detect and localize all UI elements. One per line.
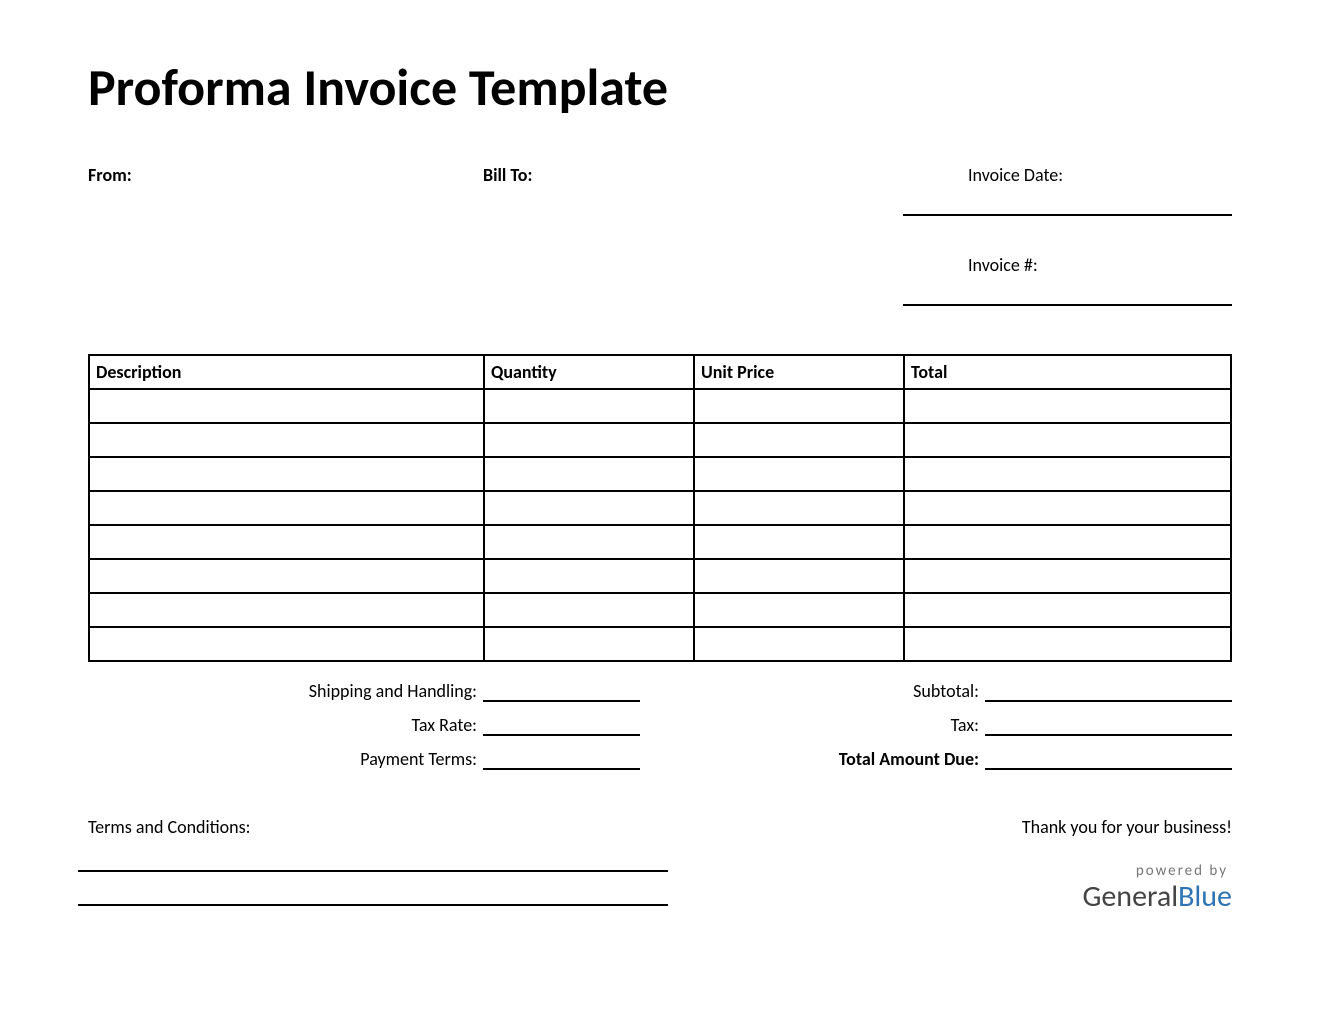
tax-rate-label: Tax Rate: bbox=[88, 714, 483, 736]
table-cell[interactable] bbox=[89, 627, 484, 661]
table-cell[interactable] bbox=[694, 593, 904, 627]
table-cell[interactable] bbox=[694, 457, 904, 491]
header-section: From: Bill To: Invoice Date: Invoice #: bbox=[88, 164, 1232, 344]
table-cell[interactable] bbox=[904, 593, 1231, 627]
table-cell[interactable] bbox=[89, 389, 484, 423]
brand-general: General bbox=[1082, 878, 1178, 915]
table-cell[interactable] bbox=[484, 389, 694, 423]
table-cell[interactable] bbox=[484, 525, 694, 559]
document-title: Proforma Invoice Template bbox=[88, 55, 1232, 119]
table-cell[interactable] bbox=[694, 423, 904, 457]
payment-terms-label: Payment Terms: bbox=[88, 748, 483, 770]
shipping-handling-field[interactable] bbox=[483, 668, 640, 702]
table-cell[interactable] bbox=[89, 559, 484, 593]
table-cell[interactable] bbox=[904, 457, 1231, 491]
bill-to-label: Bill To: bbox=[483, 164, 532, 186]
table-cell[interactable] bbox=[89, 593, 484, 627]
subtotal-label: Subtotal: bbox=[660, 680, 985, 702]
table-cell[interactable] bbox=[904, 559, 1231, 593]
table-cell[interactable] bbox=[484, 627, 694, 661]
table-cell[interactable] bbox=[694, 491, 904, 525]
invoice-number-label: Invoice #: bbox=[913, 254, 1232, 276]
table-cell[interactable] bbox=[904, 627, 1231, 661]
total-amount-due-label: Total Amount Due: bbox=[660, 748, 985, 770]
table-cell[interactable] bbox=[484, 559, 694, 593]
from-label: From: bbox=[88, 164, 132, 186]
table-cell[interactable] bbox=[89, 525, 484, 559]
table-cell[interactable] bbox=[89, 423, 484, 457]
table-row bbox=[89, 627, 1231, 661]
shipping-handling-label: Shipping and Handling: bbox=[88, 680, 483, 702]
table-row bbox=[89, 457, 1231, 491]
col-header-total: Total bbox=[904, 355, 1231, 389]
footer-section: Terms and Conditions: Thank you for your… bbox=[88, 816, 1232, 915]
table-cell[interactable] bbox=[484, 593, 694, 627]
table-cell[interactable] bbox=[89, 457, 484, 491]
col-header-description: Description bbox=[89, 355, 484, 389]
table-row bbox=[89, 491, 1231, 525]
col-header-unit-price: Unit Price bbox=[694, 355, 904, 389]
table-cell[interactable] bbox=[694, 559, 904, 593]
table-row bbox=[89, 593, 1231, 627]
table-cell[interactable] bbox=[694, 627, 904, 661]
table-cell[interactable] bbox=[484, 457, 694, 491]
table-row bbox=[89, 559, 1231, 593]
invoice-date-field[interactable] bbox=[903, 214, 1232, 216]
terms-line-2[interactable] bbox=[78, 872, 668, 906]
table-cell[interactable] bbox=[904, 389, 1231, 423]
invoice-date-label: Invoice Date: bbox=[913, 164, 1232, 186]
total-amount-due-field[interactable] bbox=[985, 736, 1232, 770]
invoice-number-field[interactable] bbox=[903, 304, 1232, 306]
summary-section: Shipping and Handling: Tax Rate: Payment… bbox=[88, 668, 1232, 770]
table-cell[interactable] bbox=[484, 423, 694, 457]
table-row bbox=[89, 525, 1231, 559]
terms-line-1[interactable] bbox=[78, 838, 668, 872]
brand-logo: GeneralBlue bbox=[972, 878, 1232, 915]
table-row bbox=[89, 423, 1231, 457]
col-header-quantity: Quantity bbox=[484, 355, 694, 389]
table-cell[interactable] bbox=[904, 491, 1231, 525]
brand-blue: Blue bbox=[1178, 878, 1232, 915]
table-cell[interactable] bbox=[484, 491, 694, 525]
payment-terms-field[interactable] bbox=[483, 736, 640, 770]
tax-field[interactable] bbox=[985, 702, 1232, 736]
terms-conditions-label: Terms and Conditions: bbox=[88, 816, 972, 838]
table-cell[interactable] bbox=[694, 389, 904, 423]
tax-label: Tax: bbox=[660, 714, 985, 736]
tax-rate-field[interactable] bbox=[483, 702, 640, 736]
table-cell[interactable] bbox=[904, 525, 1231, 559]
table-cell[interactable] bbox=[904, 423, 1231, 457]
table-cell[interactable] bbox=[694, 525, 904, 559]
line-items-table: Description Quantity Unit Price Total bbox=[88, 354, 1232, 662]
table-row bbox=[89, 389, 1231, 423]
subtotal-field[interactable] bbox=[985, 668, 1232, 702]
thank-you-text: Thank you for your business! bbox=[972, 816, 1232, 838]
table-cell[interactable] bbox=[89, 491, 484, 525]
